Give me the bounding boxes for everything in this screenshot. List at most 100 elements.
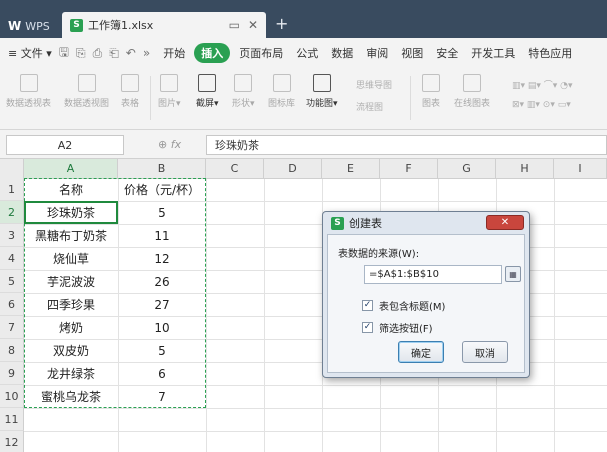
row-header-7[interactable]: 7 <box>0 316 24 339</box>
ok-button[interactable]: 确定 <box>398 341 444 363</box>
cell-a8[interactable]: 双皮奶 <box>24 339 118 362</box>
tab-workbook[interactable]: S 工作簿1.xlsx ▭ ✕ <box>62 12 266 38</box>
new-tab-button[interactable]: + <box>275 14 288 34</box>
cell-a9[interactable]: 龙井绿茶 <box>24 362 118 385</box>
shape-button[interactable]: 形状▾ <box>232 74 255 109</box>
checkbox-checked-icon[interactable]: ✓ <box>362 322 373 333</box>
cell-b2[interactable]: 5 <box>118 201 206 224</box>
icon-library-icon <box>272 74 291 92</box>
ribbon: 数据透视表 数据透视图 表格 图片▾ 截屏▾ 形状▾ 图标库 功能图▾ 思维导图… <box>0 68 607 130</box>
export-pdf-icon[interactable]: ⎘ <box>76 46 86 61</box>
cell-b10[interactable]: 7 <box>118 385 206 408</box>
grid-line <box>24 431 607 432</box>
cell-b9[interactable]: 6 <box>118 362 206 385</box>
cell-b7[interactable]: 10 <box>118 316 206 339</box>
restore-icon[interactable]: ▭ <box>229 18 240 32</box>
row-header-8[interactable]: 8 <box>0 339 24 362</box>
cell-b1[interactable]: 价格（元/杯） <box>118 178 206 201</box>
row-header-9[interactable]: 9 <box>0 362 24 385</box>
cell-a5[interactable]: 芋泥波波 <box>24 270 118 293</box>
close-icon[interactable]: ✕ <box>486 215 524 230</box>
spreadsheet-logo-icon: S <box>331 216 344 230</box>
checkbox-checked-icon[interactable]: ✓ <box>362 300 373 311</box>
save-icon[interactable]: 🖫 <box>59 43 69 64</box>
row-header-6[interactable]: 6 <box>0 293 24 316</box>
row-header-5[interactable]: 5 <box>0 270 24 293</box>
undo-icon[interactable]: ↶ <box>126 46 136 60</box>
more-icon[interactable]: » <box>143 46 150 60</box>
row-header-2[interactable]: 2 <box>0 201 24 224</box>
screenshot-button[interactable]: 截屏▾ <box>196 74 219 109</box>
cancel-button[interactable]: 取消 <box>462 341 508 363</box>
chart-button[interactable]: 图表 <box>422 74 440 109</box>
range-input[interactable]: =$A$1:$B$10 <box>364 265 502 284</box>
function-chart-button[interactable]: 功能图▾ <box>306 74 338 109</box>
pivot-chart-button[interactable]: 数据透视图 <box>64 74 109 109</box>
tab-label: WPS <box>25 19 50 33</box>
flowchart-button[interactable]: 流程图 <box>356 100 383 113</box>
range-picker-icon[interactable]: ▦ <box>505 266 521 282</box>
cell-b8[interactable]: 5 <box>118 339 206 362</box>
tab-wps-home[interactable]: W WPS <box>8 14 58 38</box>
cell-a4[interactable]: 烧仙草 <box>24 247 118 270</box>
online-chart-button[interactable]: 在线图表 <box>454 74 490 109</box>
column-header-e[interactable]: E <box>322 159 380 179</box>
tab-home[interactable]: 开始 <box>163 45 185 61</box>
cell-a1[interactable]: 名称 <box>24 178 118 201</box>
scatter-chart-dropdown-icon[interactable]: ⊠▾ ▥▾ ⊙▾ ▭▾ <box>512 100 571 110</box>
tab-data[interactable]: 数据 <box>331 45 353 61</box>
cell-a6[interactable]: 四季珍果 <box>24 293 118 316</box>
column-header-h[interactable]: H <box>496 159 554 179</box>
cell-a10[interactable]: 蜜桃乌龙茶 <box>24 385 118 408</box>
icon-library-button[interactable]: 图标库 <box>268 74 295 109</box>
column-header-a[interactable]: A <box>24 159 118 179</box>
print-preview-icon[interactable]: ⎗ <box>109 46 119 61</box>
button-label: 截屏▾ <box>196 99 219 109</box>
formula-input[interactable]: 珍珠奶茶 <box>206 135 607 155</box>
row-header-11[interactable]: 11 <box>0 408 24 431</box>
tab-developer[interactable]: 开发工具 <box>471 45 515 61</box>
cell-b4[interactable]: 12 <box>118 247 206 270</box>
grid-line <box>554 179 555 452</box>
filter-button-checkbox[interactable]: ✓ 筛选按钮(F) <box>362 320 433 335</box>
column-header-b[interactable]: B <box>118 159 206 179</box>
row-header-3[interactable]: 3 <box>0 224 24 247</box>
cell-a2[interactable]: 珍珠奶茶 <box>24 201 118 224</box>
close-tab-icon[interactable]: ✕ <box>248 18 258 32</box>
row-header-12[interactable]: 12 <box>0 431 24 452</box>
fx-icon[interactable]: fx <box>171 138 181 151</box>
tab-page-layout[interactable]: 页面布局 <box>239 45 283 61</box>
has-header-checkbox[interactable]: ✓ 表包含标题(M) <box>362 298 445 313</box>
file-menu[interactable]: ≡ 文件 ▾ <box>8 45 52 61</box>
bar-chart-dropdown-icon[interactable]: ▥▾ ▤▾ ⌒▾ ◔▾ <box>512 78 573 91</box>
button-label: 数据透视图 <box>64 99 110 109</box>
grid-line <box>24 408 607 409</box>
print-icon[interactable]: ⎙ <box>93 46 103 61</box>
cell-b6[interactable]: 27 <box>118 293 206 316</box>
tab-special-apps[interactable]: 特色应用 <box>528 45 572 61</box>
row-header-1[interactable]: 1 <box>0 178 24 201</box>
cell-b5[interactable]: 26 <box>118 270 206 293</box>
column-header-d[interactable]: D <box>264 159 322 179</box>
column-header-g[interactable]: G <box>438 159 496 179</box>
cell-b3[interactable]: 11 <box>118 224 206 247</box>
tab-view[interactable]: 视图 <box>401 45 423 61</box>
row-header-10[interactable]: 10 <box>0 385 24 408</box>
tab-review[interactable]: 审阅 <box>366 45 388 61</box>
pivot-table-button[interactable]: 数据透视表 <box>6 74 51 109</box>
tab-security[interactable]: 安全 <box>436 45 458 61</box>
column-header-f[interactable]: F <box>380 159 438 179</box>
tab-insert[interactable]: 插入 <box>194 43 231 63</box>
column-header-c[interactable]: C <box>206 159 264 179</box>
mind-map-button[interactable]: 思维导图 <box>356 78 392 91</box>
picture-button[interactable]: 图片▾ <box>158 74 181 109</box>
table-button[interactable]: 表格 <box>121 74 139 109</box>
tab-formulas[interactable]: 公式 <box>296 45 318 61</box>
zoom-icon[interactable]: ⊕ <box>158 138 167 151</box>
select-all-corner[interactable] <box>0 159 24 179</box>
cell-a7[interactable]: 烤奶 <box>24 316 118 339</box>
column-header-i[interactable]: I <box>554 159 607 179</box>
cell-a3[interactable]: 黑糖布丁奶茶 <box>24 224 118 247</box>
row-header-4[interactable]: 4 <box>0 247 24 270</box>
name-box[interactable]: A2 <box>6 135 124 155</box>
